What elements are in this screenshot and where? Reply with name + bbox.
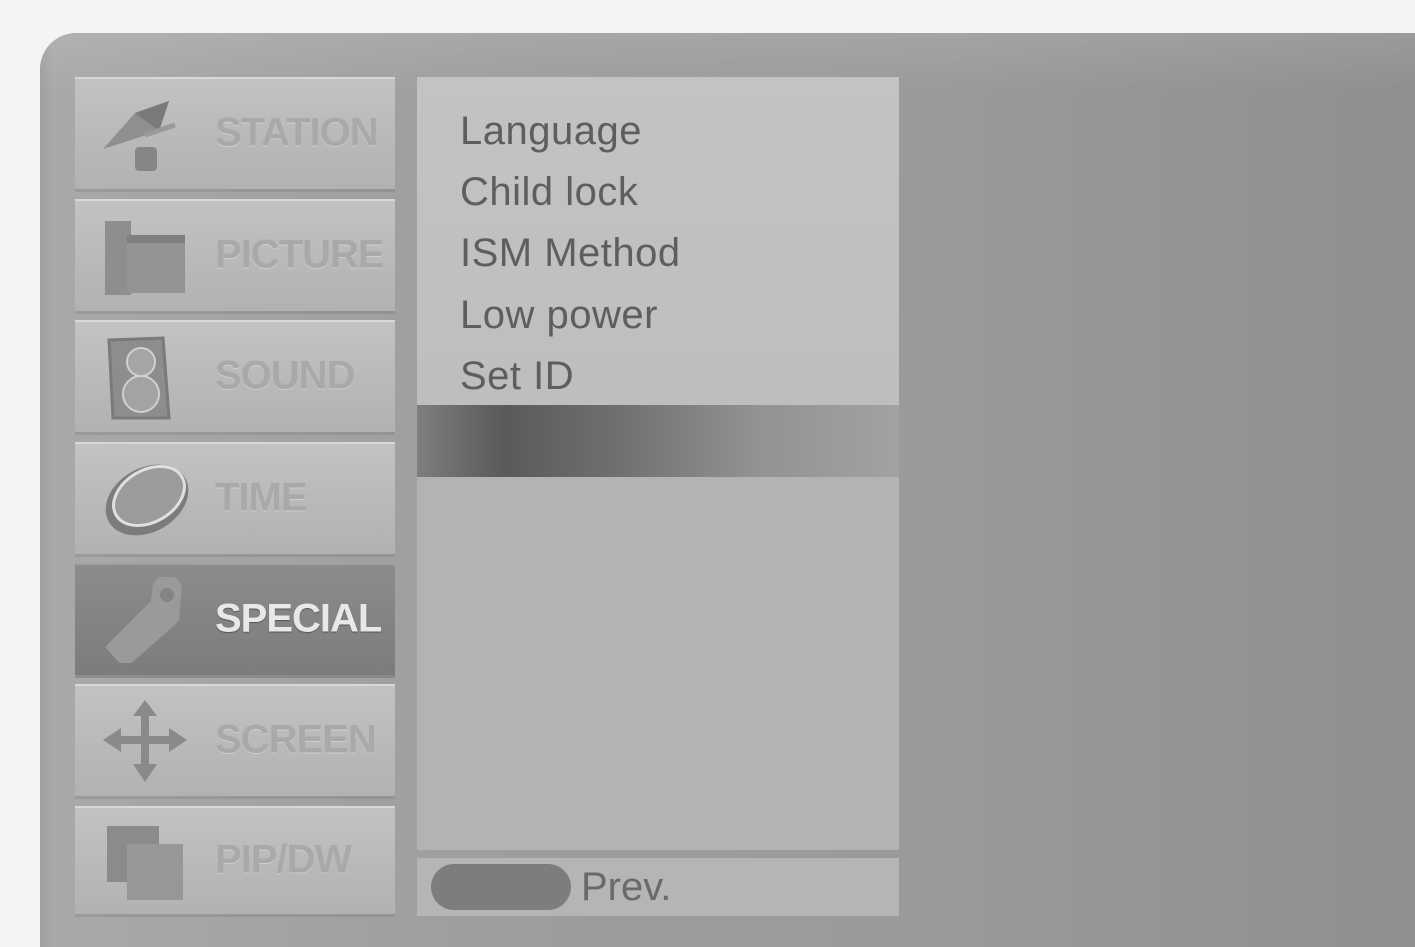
move-arrows-icon: [103, 700, 187, 782]
menu-item-ism-method[interactable]: ISM Method: [460, 231, 681, 276]
sidebar-item-pip-dw[interactable]: PIP/DW: [75, 806, 395, 914]
speaker-icon: [107, 336, 171, 420]
sidebar-item-label: SPECIAL: [215, 596, 382, 641]
footer-bar: Prev.: [417, 858, 899, 916]
satellite-dish-icon: [103, 101, 176, 171]
sidebar-item-label: TIME: [215, 475, 308, 520]
sidebar-item-label: PICTURE: [215, 232, 385, 277]
sidebar-item-special[interactable]: SPECIAL: [75, 563, 395, 675]
selection-highlight-bar: [417, 405, 899, 477]
sidebar-item-label: PIP/DW: [215, 837, 352, 882]
sidebar-item-label: SOUND: [215, 353, 355, 398]
sidebar-item-label: SCREEN: [215, 717, 377, 762]
osd-menu-window: STATION PICTURE SOUND TIME SPECIAL SCREE…: [40, 33, 1415, 947]
sidebar-item-picture[interactable]: PICTURE: [75, 199, 395, 311]
sidebar-item-label: STATION: [215, 110, 379, 155]
clock-icon: [105, 464, 189, 536]
special-submenu: Language Child lock ISM Method Low power…: [417, 77, 899, 405]
pip-windows-icon: [107, 826, 183, 900]
menu-item-language[interactable]: Language: [460, 109, 642, 154]
tag-icon: [105, 577, 182, 663]
sidebar-item-screen[interactable]: SCREEN: [75, 684, 395, 796]
info-panel: [417, 477, 899, 850]
prev-label: Prev.: [581, 865, 672, 909]
prev-button[interactable]: [431, 864, 571, 910]
menu-item-low-power[interactable]: Low power: [460, 293, 658, 338]
menu-item-set-id[interactable]: Set ID: [460, 354, 574, 399]
sidebar-item-station[interactable]: STATION: [75, 77, 395, 189]
sidebar-item-sound[interactable]: SOUND: [75, 320, 395, 432]
menu-item-child-lock[interactable]: Child lock: [460, 170, 638, 215]
sidebar-item-time[interactable]: TIME: [75, 442, 395, 554]
picture-frame-icon: [105, 221, 185, 295]
frame-edge-shadow: [40, 33, 52, 947]
